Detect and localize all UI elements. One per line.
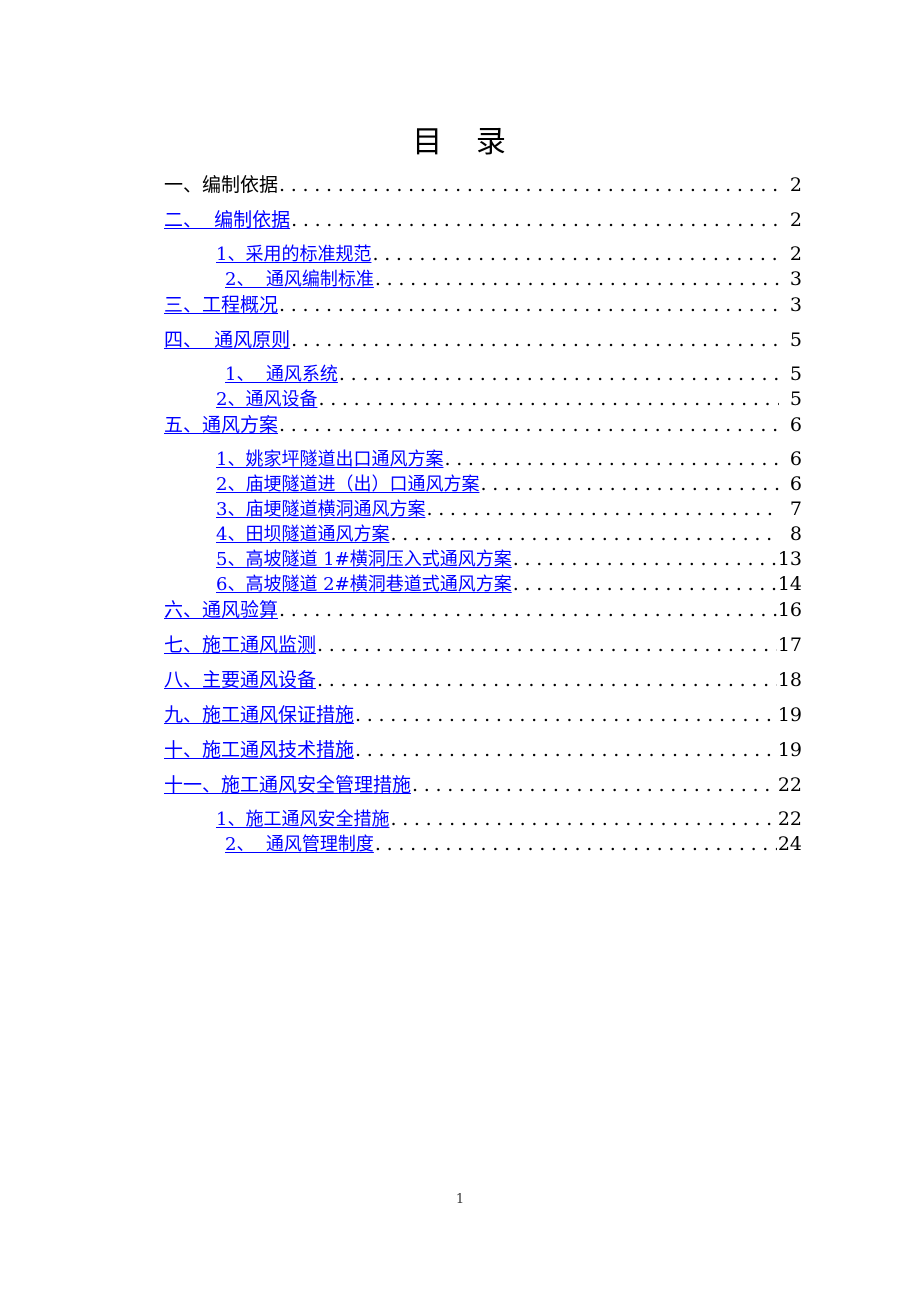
toc-entry[interactable]: 2、 通风编制标准 3 <box>0 265 920 290</box>
toc-entry-label: 6、高坡隧道 2#横洞巷道式通风方案 <box>216 574 512 595</box>
toc-entry[interactable]: 八、主要通风设备 18 <box>0 665 920 700</box>
toc-entry-page-number: 7 <box>789 498 802 520</box>
toc-entry[interactable]: 七、施工通风监测 17 <box>0 630 920 665</box>
toc-entry-label: 七、施工通风监测 <box>164 634 317 656</box>
toc-entry[interactable]: 4、田坝隧道通风方案 8 <box>0 520 920 545</box>
toc-entry-label: 1、施工通风安全措施 <box>216 809 390 830</box>
toc-entry-label: 六、通风验算 <box>164 599 279 621</box>
toc-entry[interactable]: 5、高坡隧道 1#横洞压入式通风方案 13 <box>0 545 920 570</box>
toc-entry-label: 5、高坡隧道 1#横洞压入式通风方案 <box>216 549 512 570</box>
toc-entry-page-number: 2 <box>789 174 802 196</box>
toc-dot-leader <box>279 174 779 196</box>
toc-dot-leader <box>375 833 777 855</box>
toc-dot-leader <box>279 294 779 316</box>
toc-dot-leader <box>279 414 779 436</box>
toc-entry-label: 五、通风方案 <box>164 414 279 436</box>
toc-entry-label: 一、编制依据 <box>164 174 279 196</box>
toc-entry-page-number: 2 <box>789 209 802 231</box>
toc-dot-leader <box>390 808 776 830</box>
toc-entry-page-number: 22 <box>777 774 802 796</box>
toc-dot-leader <box>291 329 779 351</box>
toc-entry-label: 四、 通风原则 <box>164 329 291 351</box>
toc-entry-label: 1、 通风系统 <box>225 364 338 385</box>
toc-dot-leader <box>513 548 777 570</box>
toc-entry[interactable]: 6、高坡隧道 2#横洞巷道式通风方案 14 <box>0 570 920 595</box>
toc-entry-page-number: 5 <box>789 388 802 410</box>
toc-dot-leader <box>339 363 779 385</box>
page-number-footer: 1 <box>455 1192 465 1207</box>
toc-entry-page-number: 3 <box>789 294 802 316</box>
toc-entry-label: 4、田坝隧道通风方案 <box>216 524 390 545</box>
toc-entry-page-number: 19 <box>777 739 802 761</box>
toc-entry-label: 1、姚家坪隧道出口通风方案 <box>216 449 444 470</box>
toc-dot-leader <box>317 634 777 656</box>
toc-entry[interactable]: 三、工程概况 3 <box>0 290 920 325</box>
toc-entry[interactable]: 1、 通风系统 5 <box>0 360 920 385</box>
toc-dot-leader <box>355 739 777 761</box>
toc-entry-page-number: 22 <box>777 808 802 830</box>
toc-entry-label: 2、庙埂隧道进（出）口通风方案 <box>216 474 480 495</box>
toc-entry[interactable]: 1、采用的标准规范 2 <box>0 240 920 265</box>
toc-entry-label: 九、施工通风保证措施 <box>164 704 355 726</box>
toc-entry[interactable]: 2、庙埂隧道进（出）口通风方案 6 <box>0 470 920 495</box>
toc-entry-label: 2、 通风管理制度 <box>225 834 374 855</box>
toc-entry-page-number: 14 <box>777 573 802 595</box>
toc-dot-leader <box>513 573 777 595</box>
toc-entry[interactable]: 五、通风方案 6 <box>0 410 920 445</box>
toc-entry-label: 八、主要通风设备 <box>164 669 317 691</box>
toc-entry: 一、编制依据 2 <box>0 170 920 205</box>
toc-entry-label: 十、施工通风技术措施 <box>164 739 355 761</box>
toc-entry-page-number: 5 <box>789 329 802 351</box>
page-title: 目 录 <box>412 125 508 160</box>
toc-entry[interactable]: 二、 编制依据 2 <box>0 205 920 240</box>
toc-dot-leader <box>291 209 779 231</box>
toc-dot-leader <box>375 268 779 290</box>
toc-entry-label: 1、采用的标准规范 <box>216 244 372 265</box>
toc-dot-leader <box>426 498 779 520</box>
document-page: 目 录 一、编制依据2二、 编制依据21、采用的标准规范22、 通风编制标准3三… <box>0 0 920 1302</box>
toc-dot-leader <box>355 704 777 726</box>
toc-entry-page-number: 16 <box>777 599 802 621</box>
toc-entry-page-number: 6 <box>789 414 802 436</box>
toc-entry-page-number: 18 <box>777 669 802 691</box>
table-of-contents: 一、编制依据2二、 编制依据21、采用的标准规范22、 通风编制标准3三、工程概… <box>0 170 920 855</box>
toc-entry-page-number: 5 <box>789 363 802 385</box>
toc-entry-page-number: 2 <box>789 243 802 265</box>
toc-entry-page-number: 17 <box>777 634 802 656</box>
toc-entry-label: 二、 编制依据 <box>164 209 291 231</box>
toc-entry-label: 三、工程概况 <box>164 294 279 316</box>
toc-entry[interactable]: 1、施工通风安全措施 22 <box>0 805 920 830</box>
toc-dot-leader <box>279 599 777 621</box>
toc-dot-leader <box>444 448 779 470</box>
toc-dot-leader <box>317 669 777 691</box>
toc-entry-page-number: 6 <box>789 448 802 470</box>
toc-dot-leader <box>318 388 779 410</box>
toc-dot-leader <box>372 243 779 265</box>
toc-entry[interactable]: 十一、施工通风安全管理措施 22 <box>0 770 920 805</box>
toc-dot-leader <box>390 523 779 545</box>
toc-entry-page-number: 13 <box>777 548 802 570</box>
toc-dot-leader <box>412 774 777 796</box>
toc-entry[interactable]: 六、通风验算 16 <box>0 595 920 630</box>
toc-entry-page-number: 3 <box>789 268 802 290</box>
toc-entry[interactable]: 3、庙埂隧道横洞通风方案 7 <box>0 495 920 520</box>
toc-entry-page-number: 24 <box>777 833 802 855</box>
toc-entry[interactable]: 2、 通风管理制度 24 <box>0 830 920 855</box>
toc-entry-page-number: 6 <box>789 473 802 495</box>
toc-entry[interactable]: 十、施工通风技术措施 19 <box>0 735 920 770</box>
toc-entry-label: 3、庙埂隧道横洞通风方案 <box>216 499 426 520</box>
toc-entry-label: 十一、施工通风安全管理措施 <box>164 774 412 796</box>
toc-entry[interactable]: 2、通风设备 5 <box>0 385 920 410</box>
toc-dot-leader <box>480 473 779 495</box>
toc-entry[interactable]: 九、施工通风保证措施 19 <box>0 700 920 735</box>
toc-entry-label: 2、 通风编制标准 <box>225 269 374 290</box>
toc-entry-label: 2、通风设备 <box>216 389 318 410</box>
toc-entry[interactable]: 四、 通风原则 5 <box>0 325 920 360</box>
toc-entry-page-number: 19 <box>777 704 802 726</box>
toc-entry-page-number: 8 <box>789 523 802 545</box>
toc-entry[interactable]: 1、姚家坪隧道出口通风方案 6 <box>0 445 920 470</box>
